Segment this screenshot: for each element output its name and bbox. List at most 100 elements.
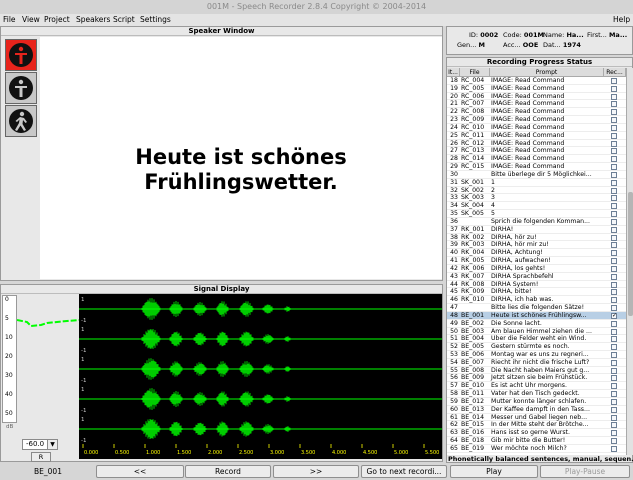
table-row[interactable]: 38 RK_002 DIRHA, hör zu! — [447, 234, 626, 242]
recorded-checkbox[interactable] — [611, 344, 617, 351]
menu-script[interactable]: Script — [113, 14, 135, 26]
recorded-checkbox[interactable] — [611, 328, 617, 335]
recorded-checkbox[interactable] — [611, 367, 617, 374]
table-row[interactable]: 62 BE_015 In der Mitte steht der Brötche..… — [447, 421, 626, 430]
recorded-checkbox[interactable] — [611, 132, 617, 139]
recorded-checkbox[interactable] — [611, 305, 617, 312]
column-header-file[interactable]: File — [460, 68, 490, 77]
recorded-checkbox[interactable] — [611, 101, 617, 108]
table-row[interactable]: 64 BE_018 Gib mir bitte die Butter! — [447, 437, 626, 445]
table-row[interactable]: 37 RK_001 DIRHA! — [447, 226, 626, 234]
table-row[interactable]: 65 BE_019 Wer möchte noch Milch? — [447, 445, 626, 453]
previous-button[interactable]: << — [96, 465, 184, 478]
recorded-checkbox[interactable] — [611, 359, 617, 366]
table-row[interactable]: 59 BE_012 Mutter konnte länger schlafen. — [447, 398, 626, 406]
table-row[interactable]: 40 RK_004 DIRHA, Achtung! — [447, 249, 626, 258]
table-row[interactable]: 24 RC_010 IMAGE: Read Command — [447, 124, 626, 132]
table-row[interactable]: 23 RC_009 IMAGE: Read Command — [447, 116, 626, 124]
table-row[interactable]: 47 Bitte lies die folgenden Sätze! — [447, 304, 626, 312]
recorded-checkbox[interactable] — [611, 320, 617, 327]
table-row[interactable]: 48 BE_001 Heute ist schönes Frühlingsw... ✓ — [447, 311, 626, 320]
recorded-checkbox[interactable] — [611, 430, 617, 437]
recorded-checkbox[interactable] — [611, 148, 617, 155]
recorded-checkbox[interactable] — [611, 242, 617, 249]
table-row[interactable]: 46 RK_010 DIRHA, ich hab was. — [447, 296, 626, 305]
recorded-checkbox[interactable] — [611, 258, 617, 265]
table-row[interactable]: 19 RC_005 IMAGE: Read Command — [447, 85, 626, 93]
table-row[interactable]: 50 BE_003 Am blauen Himmel ziehen die ... — [447, 328, 626, 336]
table-row[interactable]: 56 BE_009 Jetzt sitzen sie beim Frühstück. — [447, 374, 626, 383]
table-row[interactable]: 31 SK_001 1 — [447, 179, 626, 187]
table-row[interactable]: 35 SK_005 5 — [447, 210, 626, 218]
recorded-checkbox[interactable] — [611, 195, 617, 202]
recorded-checkbox[interactable] — [611, 281, 617, 288]
recorded-checkbox[interactable] — [611, 289, 617, 296]
goto-next-recording-button[interactable]: Go to next recordi... — [361, 465, 447, 478]
table-row[interactable]: 55 BE_008 Die Nacht haben Maiers gut g... — [447, 367, 626, 375]
column-header-recorded[interactable]: Rec... — [604, 68, 626, 77]
recorded-checkbox[interactable] — [611, 211, 617, 218]
recorded-checkbox[interactable] — [611, 187, 617, 194]
table-row[interactable]: 54 BE_007 Riecht ihr nicht die frische Luf… — [447, 359, 626, 367]
next-button[interactable]: >> — [273, 465, 359, 478]
recorded-checkbox[interactable] — [611, 250, 617, 257]
recorded-checkbox[interactable] — [611, 438, 617, 445]
table-row[interactable]: 22 RC_008 IMAGE: Read Command — [447, 108, 626, 117]
table-row[interactable]: 52 BE_005 Gestern stürmte es noch. — [447, 343, 626, 351]
recorded-checkbox[interactable] — [611, 124, 617, 131]
table-row[interactable]: 39 RK_003 DIRHA, hör mir zu! — [447, 241, 626, 250]
play-button[interactable]: Play — [450, 465, 538, 478]
menu-project[interactable]: Project — [44, 14, 70, 26]
recorded-checkbox[interactable] — [611, 414, 617, 421]
recorded-checkbox[interactable] — [611, 406, 617, 413]
table-row[interactable]: 33 SK_003 3 — [447, 194, 626, 203]
waveform-display[interactable]: 1 -1 1 -1 1 -1 1 -1 1 -1 0.000 0.500 1.000 1.500 2.000… — [79, 294, 442, 459]
recorded-checkbox[interactable] — [611, 445, 617, 452]
recorded-checkbox[interactable] — [611, 351, 617, 358]
column-header-item[interactable]: It... — [447, 68, 460, 77]
table-row[interactable]: 45 RK_009 DIRHA, bitte! — [447, 288, 626, 297]
progress-scrollbar[interactable] — [626, 68, 633, 455]
table-row[interactable]: 36 Sprich die folgenden Komman... — [447, 218, 626, 226]
recorded-checkbox[interactable] — [611, 265, 617, 272]
recorded-checkbox[interactable] — [611, 203, 617, 210]
table-row[interactable]: 43 RK_007 DIRHA Sprachbefehl — [447, 273, 626, 281]
scrollbar-thumb[interactable] — [628, 192, 633, 316]
recorded-checkbox[interactable] — [611, 109, 617, 116]
reset-peak-button[interactable]: R — [31, 452, 51, 462]
table-row[interactable]: 53 BE_006 Montag war es uns zu regneri... — [447, 351, 626, 359]
table-row[interactable]: 44 RK_008 DIRHA System! — [447, 281, 626, 289]
menu-help[interactable]: Help — [613, 14, 630, 26]
table-row[interactable]: 51 BE_004 Über die Felder weht ein Wind. — [447, 335, 626, 344]
recorded-checkbox[interactable] — [611, 78, 617, 84]
recorded-checkbox[interactable] — [611, 297, 617, 304]
recorded-checkbox[interactable] — [611, 391, 617, 398]
table-row[interactable]: 49 BE_002 Die Sonne lacht. — [447, 320, 626, 328]
recorded-checkbox[interactable] — [611, 383, 617, 390]
menu-speakers[interactable]: Speakers — [76, 14, 110, 26]
table-row[interactable]: 21 RC_007 IMAGE: Read Command — [447, 100, 626, 109]
table-row[interactable]: 26 RC_012 IMAGE: Read Command — [447, 140, 626, 148]
table-row[interactable]: 28 RC_014 IMAGE: Read Command — [447, 155, 626, 164]
table-row[interactable]: 30 Bitte überlege dir 5 Möglichkei... — [447, 171, 626, 179]
column-header-prompt[interactable]: Prompt — [490, 68, 604, 77]
play-pause-button[interactable]: Play-Pause — [540, 465, 630, 478]
table-row[interactable]: 32 SK_002 2 — [447, 187, 626, 195]
recorded-checkbox[interactable] — [611, 85, 617, 92]
table-row[interactable]: 42 RK_006 DIRHA, los gehts! — [447, 265, 626, 273]
recorded-checkbox[interactable] — [611, 156, 617, 163]
recorded-checkbox[interactable] — [611, 164, 617, 171]
table-row[interactable]: 58 BE_011 Vater hat den Tisch gedeckt. — [447, 390, 626, 398]
table-row[interactable]: 25 RC_011 IMAGE: Read Command — [447, 132, 626, 140]
recorded-checkbox[interactable]: ✓ — [611, 312, 617, 319]
recorded-checkbox[interactable] — [611, 171, 617, 178]
table-row[interactable]: 34 SK_004 4 — [447, 202, 626, 211]
menu-view[interactable]: View — [22, 14, 40, 26]
table-row[interactable]: 60 BE_013 Der Kaffee dampft in den Tass... — [447, 406, 626, 414]
recorded-checkbox[interactable] — [611, 375, 617, 382]
recorded-checkbox[interactable] — [611, 273, 617, 280]
record-button[interactable]: Record — [185, 465, 271, 478]
recorded-checkbox[interactable] — [611, 226, 617, 233]
table-row[interactable]: 18 RC_004 IMAGE: Read Command — [447, 77, 626, 85]
recorded-checkbox[interactable] — [611, 234, 617, 241]
